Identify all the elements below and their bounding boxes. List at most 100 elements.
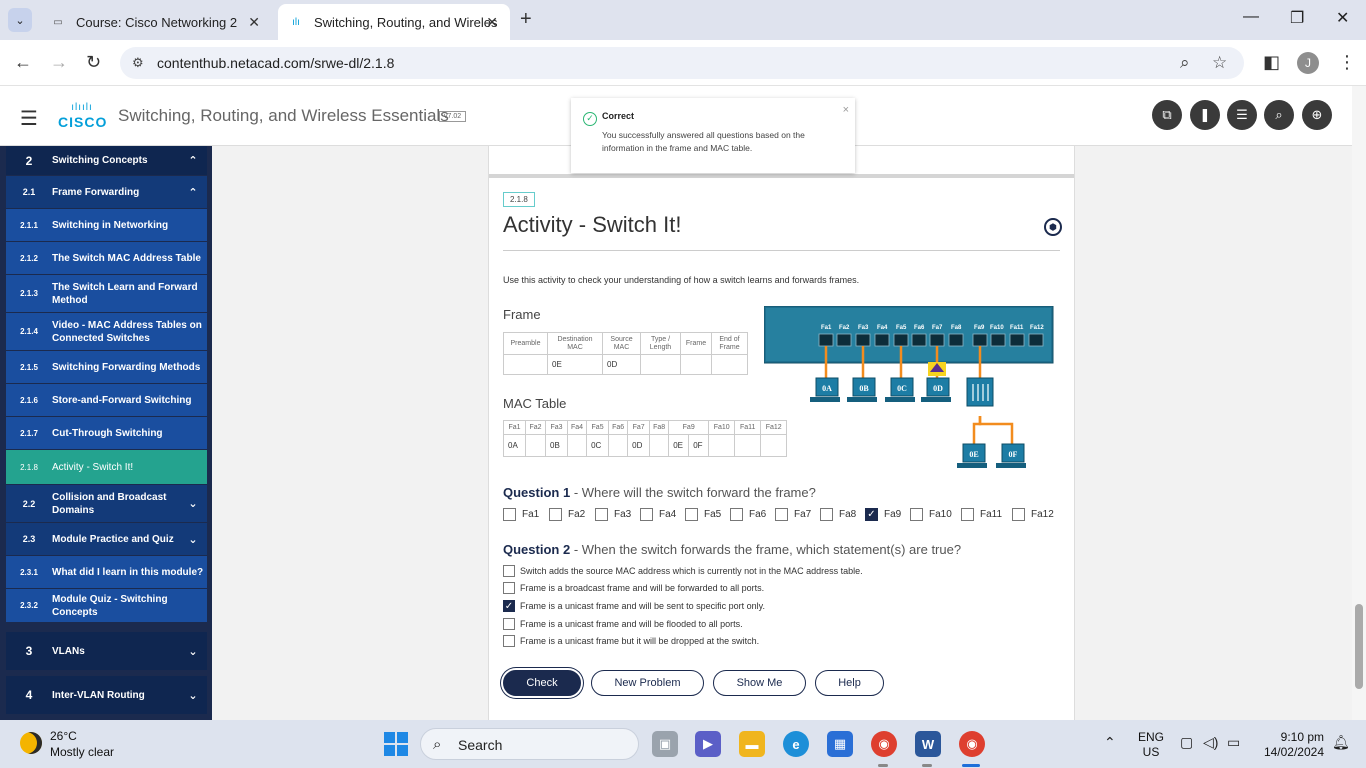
forward-icon[interactable]: → <box>50 52 68 73</box>
checkbox[interactable] <box>961 508 974 521</box>
reload-icon[interactable]: ↻ <box>86 52 101 73</box>
sidebar-item-2-1-6[interactable]: 2.1.6 Store-and-Forward Switching <box>6 384 207 416</box>
url-input[interactable]: ⚙ contenthub.netacad.com/srwe-dl/2.1.8 ⌕… <box>120 47 1244 79</box>
show-me-button[interactable]: Show Me <box>713 670 806 696</box>
side-panel-icon[interactable]: ◧ <box>1263 52 1280 73</box>
sidebar-item-2-3[interactable]: 2.3 Module Practice and Quiz ⌄ <box>6 523 207 555</box>
teams-chat-icon[interactable]: ▶ <box>695 731 721 757</box>
option-fa3[interactable]: Fa3 <box>595 508 631 521</box>
site-info-icon[interactable]: ⚙ <box>132 55 144 71</box>
close-tab-icon[interactable]: ✕ <box>486 14 498 31</box>
search-icon[interactable]: ⌕ <box>1264 100 1294 130</box>
statement-option-2[interactable]: Frame is a broadcast frame and will be f… <box>503 582 764 594</box>
weather-description[interactable]: Mostly clear <box>50 745 114 759</box>
checkbox[interactable] <box>503 565 515 577</box>
sidebar-item-2-1-7[interactable]: 2.1.7 Cut-Through Switching <box>6 417 207 449</box>
back-icon[interactable]: ← <box>14 52 32 73</box>
file-explorer-icon[interactable]: ▬ <box>739 731 765 757</box>
option-fa4[interactable]: Fa4 <box>640 508 676 521</box>
chevron-up-icon[interactable]: ⌃ <box>1104 734 1116 751</box>
checkbox[interactable] <box>1012 508 1025 521</box>
sidebar-item-2-1-2[interactable]: 2.1.2 The Switch MAC Address Table <box>6 242 207 274</box>
tab-course[interactable]: ▭ Course: Cisco Networking 2 ✕ <box>40 4 272 40</box>
system-clock[interactable]: 9:10 pm 14/02/2024 <box>1258 730 1324 760</box>
tab-search-button[interactable]: ⌄ <box>8 8 32 32</box>
statement-option-1[interactable]: Switch adds the source MAC address which… <box>503 565 863 577</box>
weather-temperature[interactable]: 26°C <box>50 729 77 743</box>
option-fa6[interactable]: Fa6 <box>730 508 766 521</box>
checkbox[interactable] <box>730 508 743 521</box>
checkbox[interactable] <box>503 618 515 630</box>
new-tab-icon[interactable]: + <box>520 8 532 31</box>
option-fa2[interactable]: Fa2 <box>549 508 585 521</box>
zoom-icon[interactable]: ⌕ <box>1180 53 1190 73</box>
bookmark-icon[interactable]: ❚ <box>1190 100 1220 130</box>
edge-browser-icon[interactable]: e <box>783 731 809 757</box>
option-fa7[interactable]: Fa7 <box>775 508 811 521</box>
close-tab-icon[interactable]: ✕ <box>248 14 260 31</box>
close-icon[interactable]: × <box>843 104 849 116</box>
profile-avatar[interactable]: J <box>1297 52 1319 74</box>
chrome-profile-icon[interactable]: ◉ <box>959 731 985 757</box>
more-menu-icon[interactable]: ⋮ <box>1338 52 1356 73</box>
checkbox-checked[interactable]: ✓ <box>865 508 878 521</box>
tab-switching[interactable]: ılı Switching, Routing, and Wireles ✕ <box>278 4 510 40</box>
option-fa12[interactable]: Fa12 <box>1012 508 1054 521</box>
checkbox[interactable] <box>595 508 608 521</box>
option-fa1[interactable]: Fa1 <box>503 508 539 521</box>
checkbox[interactable] <box>910 508 923 521</box>
network-icon[interactable]: ▢ <box>1180 734 1193 751</box>
option-fa5[interactable]: Fa5 <box>685 508 721 521</box>
option-fa9[interactable]: ✓ Fa9 <box>865 508 901 521</box>
sidebar-item-2-1-3[interactable]: 2.1.3 The Switch Learn and Forward Metho… <box>6 275 207 312</box>
new-problem-button[interactable]: New Problem <box>591 670 704 696</box>
option-fa10[interactable]: Fa10 <box>910 508 952 521</box>
option-fa11[interactable]: Fa11 <box>961 508 1002 521</box>
page-scrollbar[interactable] <box>1352 86 1366 720</box>
statement-option-3[interactable]: ✓ Frame is a unicast frame and will be se… <box>503 600 765 612</box>
checkbox-checked[interactable]: ✓ <box>503 600 515 612</box>
checkbox[interactable] <box>503 582 515 594</box>
checkbox[interactable] <box>503 508 516 521</box>
statement-option-4[interactable]: Frame is a unicast frame and will be flo… <box>503 618 743 630</box>
sidebar-item-vlans[interactable]: 3 VLANs ⌄ <box>6 632 207 670</box>
checkbox[interactable] <box>820 508 833 521</box>
microsoft-store-icon[interactable]: ▦ <box>827 731 853 757</box>
option-fa8[interactable]: Fa8 <box>820 508 856 521</box>
check-button[interactable]: Check <box>503 670 581 696</box>
help-button[interactable]: Help <box>815 670 884 696</box>
bookmark-toggle-icon[interactable]: ⬢ <box>1044 218 1062 236</box>
checkbox[interactable] <box>685 508 698 521</box>
task-view-icon[interactable]: ▣ <box>652 731 678 757</box>
input-language[interactable]: ENG US <box>1138 730 1164 760</box>
scrollbar-thumb[interactable] <box>1355 604 1363 689</box>
sidebar-item-2-3-1[interactable]: 2.3.1 What did I learn in this module? <box>6 556 207 588</box>
notification-bell-icon[interactable]: 🔔︎ <box>1332 734 1350 751</box>
minimize-icon[interactable]: — <box>1243 8 1259 26</box>
hamburger-menu-icon[interactable]: ☰ <box>20 106 38 131</box>
close-window-icon[interactable]: ✕ <box>1336 8 1349 28</box>
word-icon[interactable]: W <box>915 731 941 757</box>
windows-start-icon[interactable] <box>384 732 408 756</box>
sidebar-item-frame-forwarding[interactable]: 2.1 Frame Forwarding ⌃ <box>6 176 207 208</box>
checkbox[interactable] <box>503 635 515 647</box>
checkbox[interactable] <box>549 508 562 521</box>
battery-icon[interactable]: ▭ <box>1227 734 1240 751</box>
sidebar-item-2-2[interactable]: 2.2 Collision and Broadcast Domains ⌄ <box>6 485 207 522</box>
taskbar-search[interactable]: ⌕ Search <box>420 728 639 760</box>
checkbox[interactable] <box>775 508 788 521</box>
restore-icon[interactable]: ❐ <box>1290 8 1304 28</box>
sidebar-item-2-1-8[interactable]: 2.1.8 Activity - Switch It! <box>6 450 207 484</box>
checkbox[interactable] <box>640 508 653 521</box>
sidebar-item-2-1-1[interactable]: 2.1.1 Switching in Networking <box>6 209 207 241</box>
list-icon[interactable]: ☰ <box>1227 100 1257 130</box>
sidebar-item-inter-vlan-routing[interactable]: 4 Inter-VLAN Routing ⌄ <box>6 676 207 714</box>
sidebar-item-switching-concepts[interactable]: 2 Switching Concepts ⌃ <box>6 146 207 175</box>
resources-icon[interactable]: ⧉ <box>1152 100 1182 130</box>
sidebar-item-2-1-4[interactable]: 2.1.4 Video - MAC Address Tables on Conn… <box>6 313 207 350</box>
weather-moon-icon[interactable] <box>20 732 42 754</box>
chrome-icon[interactable]: ◉ <box>871 731 897 757</box>
statement-option-5[interactable]: Frame is a unicast frame but it will be … <box>503 635 759 647</box>
sidebar-item-2-3-2[interactable]: 2.3.2 Module Quiz - Switching Concepts <box>6 589 207 622</box>
bookmark-star-icon[interactable]: ☆ <box>1212 53 1227 73</box>
